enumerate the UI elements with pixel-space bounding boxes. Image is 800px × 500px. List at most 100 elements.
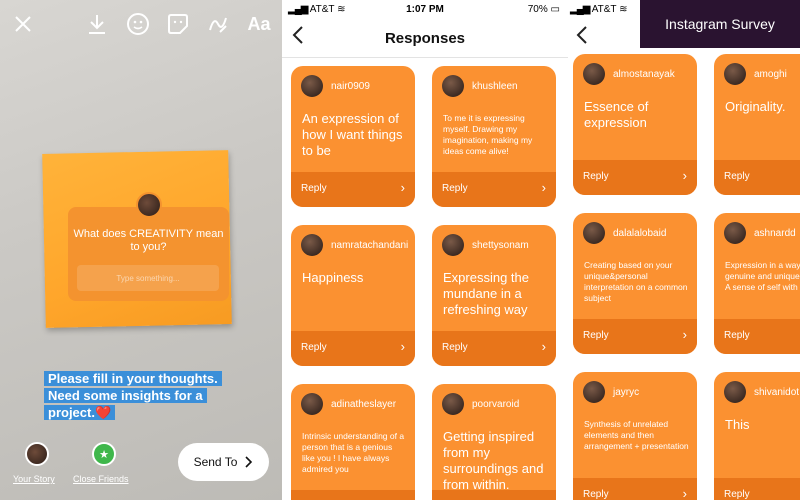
avatar (583, 222, 605, 244)
response-card[interactable]: almostanayak Essence of expression Reply › (573, 54, 697, 195)
reply-button[interactable]: Reply › (291, 331, 415, 366)
response-answer: Essence of expression (584, 99, 649, 130)
response-username: shivanidot (754, 387, 800, 398)
close-friends-star-icon[interactable]: ★ (92, 442, 116, 466)
response-username: ashnardd (754, 228, 796, 239)
response-card[interactable]: shettysonam Expressing the mundane in a r… (432, 225, 556, 366)
avatar (583, 63, 605, 85)
avatar (442, 234, 464, 256)
status-bar: ▂▄▆ AT&T ≋ 1:07 PM 70% ▭ (282, 0, 568, 20)
reply-button[interactable]: Reply› (714, 319, 800, 354)
response-username: khushleen (472, 81, 518, 92)
response-username: jayryc (613, 387, 640, 398)
response-answer: Getting inspired from my surroundings an… (443, 429, 544, 492)
response-card[interactable]: khushleen To me it is expressing myself. … (432, 66, 556, 207)
reply-button[interactable]: Reply› (291, 172, 415, 207)
chevron-right-icon: › (682, 168, 687, 183)
chevron-right-icon (245, 456, 253, 468)
response-username: dalalalobaid (613, 228, 667, 239)
reply-label: Reply (583, 330, 609, 341)
chevron-right-icon: › (682, 486, 687, 500)
battery: 70% ▭ (527, 4, 560, 15)
response-username: adinatheslayer (331, 399, 397, 410)
close-friends-label[interactable]: Close Friends (73, 474, 129, 484)
story-caption[interactable]: Please fill in your thoughts. Need some … (44, 370, 234, 421)
response-username: amoghi (754, 69, 787, 80)
avatar (442, 393, 464, 415)
response-answer: Expression in a way that is genuine and … (725, 260, 800, 292)
avatar (301, 393, 323, 415)
avatar (301, 234, 323, 256)
back-arrow-icon[interactable] (576, 26, 588, 50)
carrier-2: ▂▄▆ AT&T ≋ (570, 4, 628, 15)
draw-icon[interactable] (204, 10, 232, 38)
reply-button[interactable]: Reply › (432, 172, 556, 207)
response-card[interactable]: adinatheslayer Intrinsic understanding of… (291, 384, 415, 500)
response-username: nair0909 (331, 81, 370, 92)
face-effects-icon[interactable] (124, 10, 152, 38)
reply-label: Reply (583, 171, 609, 182)
response-answer: Happiness (302, 270, 364, 285)
avatar (724, 381, 746, 403)
chevron-right-icon: › (541, 180, 546, 195)
chevron-right-icon: › (682, 327, 687, 342)
response-card[interactable]: shivanidot This Reply› (714, 372, 800, 500)
your-story-avatar[interactable] (25, 442, 49, 466)
reply-label: Reply (724, 330, 750, 341)
reply-button[interactable]: Reply› (714, 478, 800, 500)
response-answer: This (725, 417, 750, 432)
reply-button[interactable]: Reply› (432, 490, 556, 500)
survey-banner: Instagram Survey (640, 0, 800, 48)
reply-button[interactable]: Reply› (714, 160, 800, 195)
reply-button[interactable]: Reply › (573, 478, 697, 500)
response-answer: Intrinsic understanding of a person that… (302, 431, 405, 474)
responses-panel: ▂▄▆ AT&T ≋ 1:07 PM 70% ▭ Responses nair0… (282, 0, 568, 500)
response-username: shettysonam (472, 240, 529, 251)
response-answer: To me it is expressing myself. Drawing m… (443, 113, 533, 156)
reply-button[interactable]: Reply› (291, 490, 415, 500)
avatar (442, 75, 464, 97)
text-tool-icon[interactable]: Aa (244, 10, 274, 38)
sticker-icon[interactable] (164, 10, 192, 38)
close-icon[interactable] (10, 10, 36, 38)
avatar (724, 63, 746, 85)
download-icon[interactable] (84, 10, 110, 38)
avatar (724, 222, 746, 244)
response-card[interactable]: poorvaroid Getting inspired from my surro… (432, 384, 556, 500)
chevron-right-icon: › (400, 339, 405, 354)
response-answer: Originality. (725, 99, 786, 114)
reply-button[interactable]: Reply › (573, 160, 697, 195)
response-card[interactable]: dalalalobaid Creating based on your uniqu… (573, 213, 697, 354)
send-to-label: Send To (193, 455, 238, 469)
reply-button[interactable]: Reply› (432, 331, 556, 366)
avatar (301, 75, 323, 97)
send-to-button[interactable]: Send To (178, 443, 269, 481)
your-story-label[interactable]: Your Story (13, 474, 55, 484)
response-card[interactable]: nair0909 An expression of how I want thin… (291, 66, 415, 207)
reply-label: Reply (442, 183, 468, 194)
response-answer: Creating based on your unique&personal i… (584, 260, 688, 303)
reply-label: Reply (724, 171, 750, 182)
response-card[interactable]: ashnardd Expression in a way that is genu… (714, 213, 800, 354)
reply-label: Reply (301, 183, 327, 194)
reply-label: Reply (724, 489, 750, 500)
question-text: What does CREATIVITY mean to you? (73, 228, 224, 253)
page-title: Responses (384, 30, 466, 47)
response-username: almostanayak (613, 69, 675, 80)
navbar: Responses (282, 20, 568, 58)
clock: 1:07 PM (406, 4, 444, 15)
reply-button[interactable]: Reply › (573, 319, 697, 354)
reply-label: Reply (583, 489, 609, 500)
question-answer-input[interactable]: Type something... (77, 265, 219, 291)
response-answer: Expressing the mundane in a refreshing w… (443, 270, 529, 317)
response-username: namratachandani (331, 240, 409, 251)
response-card[interactable]: amoghi Originality. Reply› (714, 54, 800, 195)
response-answer: Synthesis of unrelated elements and then… (584, 419, 689, 451)
response-card[interactable]: namratachandani Happiness Reply › (291, 225, 415, 366)
story-composer: Aa What does CREATIVITY mean to you? Typ… (0, 0, 282, 500)
response-card[interactable]: jayryc Synthesis of unrelated elements an… (573, 372, 697, 500)
reply-label: Reply (301, 342, 327, 353)
reply-label: Reply (442, 342, 468, 353)
response-answer: An expression of how I want things to be (302, 111, 403, 158)
more-responses-panel: ▂▄▆ AT&T ≋ almostanayak Essence of expres… (568, 0, 800, 500)
